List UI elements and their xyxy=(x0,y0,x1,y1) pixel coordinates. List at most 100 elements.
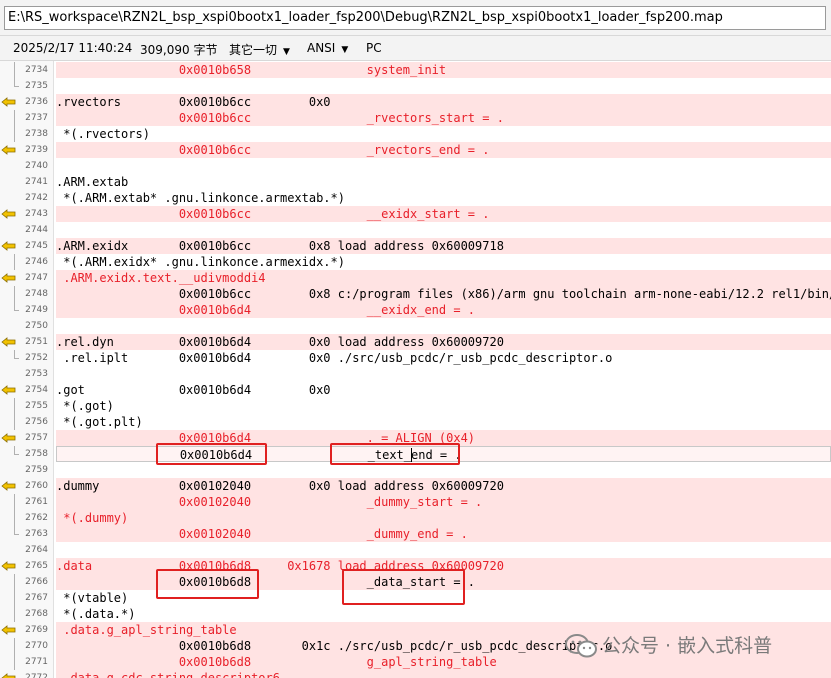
file-path-field[interactable]: E:\RS_workspace\RZN2L_bsp_xspi0bootx1_lo… xyxy=(4,6,826,30)
charset-dropdown[interactable]: ANSI ▼ xyxy=(307,41,348,55)
bookmark-arrow-icon[interactable] xyxy=(1,209,17,219)
editor-line[interactable]: 2760 .dummy 0x00102040 0x0 load address 0… xyxy=(0,478,831,494)
editor-line[interactable]: 2737 0x0010b6cc _rvectors_start = . xyxy=(0,110,831,126)
line-number: 2770 xyxy=(25,641,48,651)
fold-guide xyxy=(14,110,15,126)
editor-line[interactable]: 2768 *(.data.*) xyxy=(0,606,831,622)
annotation-box-data-start-address xyxy=(156,569,259,599)
fold-guide xyxy=(14,398,15,414)
fold-guide xyxy=(14,606,15,622)
line-number: 2754 xyxy=(25,385,48,395)
editor-line[interactable]: 2746 *(.ARM.exidx* .gnu.linkonce.armexid… xyxy=(0,254,831,270)
line-number: 2750 xyxy=(25,321,48,331)
editor-line[interactable]: 2763 0x00102040 _dummy_end = . xyxy=(0,526,831,542)
fold-guide xyxy=(14,638,15,654)
bookmark-arrow-icon[interactable] xyxy=(1,625,17,635)
line-number: 2741 xyxy=(25,177,48,187)
editor-line[interactable]: 2741 .ARM.extab xyxy=(0,174,831,190)
line-text: .ARM.exidx 0x0010b6cc 0x8 load address 0… xyxy=(56,238,831,254)
line-text: 0x00102040 _dummy_start = . xyxy=(56,494,831,510)
editor-line[interactable]: 2740 xyxy=(0,158,831,174)
line-number: 2755 xyxy=(25,401,48,411)
editor-line[interactable]: 2753 xyxy=(0,366,831,382)
line-number: 2748 xyxy=(25,289,48,299)
line-text: *(.rvectors) xyxy=(56,127,150,141)
bookmark-arrow-icon[interactable] xyxy=(1,97,17,107)
line-text: .ARM.extab xyxy=(56,175,129,189)
line-number: 2765 xyxy=(25,561,48,571)
encoding-group-label: 其它一切 xyxy=(229,43,278,57)
line-number: 2762 xyxy=(25,513,48,523)
editor-line[interactable]: 2744 xyxy=(0,222,831,238)
bookmark-arrow-icon[interactable] xyxy=(1,673,17,678)
editor-line[interactable]: 2762 *(.dummy) xyxy=(0,510,831,526)
line-text: *(.dummy) xyxy=(56,510,831,526)
line-text: .rel.iplt 0x0010b6d4 0x0 ./src/usb_pcdc/… xyxy=(56,351,613,365)
editor-line[interactable]: 2736 .rvectors 0x0010b6cc 0x0 xyxy=(0,94,831,110)
status-bar: 2025/2/17 11:40:24 309,090 字节 其它一切 ▼ ANSI… xyxy=(0,36,831,61)
editor-line[interactable]: 2772 .data.g_cdc_string_descriptor6 xyxy=(0,670,831,678)
fold-guide xyxy=(14,510,15,526)
editor-line[interactable]: 2745 .ARM.exidx 0x0010b6cc 0x8 load addre… xyxy=(0,238,831,254)
line-number: 2763 xyxy=(25,529,48,539)
bookmark-arrow-icon[interactable] xyxy=(1,337,17,347)
editor-line[interactable]: 2743 0x0010b6cc __exidx_start = . xyxy=(0,206,831,222)
encoding-group-dropdown[interactable]: 其它一切 ▼ xyxy=(229,41,290,58)
fold-guide-end xyxy=(14,350,19,359)
bookmark-arrow-icon[interactable] xyxy=(1,273,17,283)
fold-guide xyxy=(14,126,15,142)
line-number: 2736 xyxy=(25,97,48,107)
line-text: *(.got) xyxy=(56,399,114,413)
fold-guide xyxy=(14,286,15,302)
text-caret xyxy=(411,448,412,462)
path-bar: E:\RS_workspace\RZN2L_bsp_xspi0bootx1_lo… xyxy=(0,0,831,36)
editor-line[interactable]: 2735 xyxy=(0,78,831,94)
line-number: 2739 xyxy=(25,145,48,155)
line-number: 2761 xyxy=(25,497,48,507)
line-text: 0x0010b658 system_init xyxy=(56,62,831,78)
bookmark-arrow-icon[interactable] xyxy=(1,241,17,251)
line-text: .dummy 0x00102040 0x0 load address 0x600… xyxy=(56,478,831,494)
chevron-down-icon: ▼ xyxy=(341,45,349,55)
editor-line[interactable]: 2756 *(.got.plt) xyxy=(0,414,831,430)
editor-line[interactable]: 2750 xyxy=(0,318,831,334)
line-number: 2742 xyxy=(25,193,48,203)
editor-line[interactable]: 2764 xyxy=(0,542,831,558)
editor-line[interactable]: 2742 *(.ARM.extab* .gnu.linkonce.armexta… xyxy=(0,190,831,206)
editor-line[interactable]: 2747 .ARM.exidx.text.__udivmoddi4 xyxy=(0,270,831,286)
line-text xyxy=(56,222,831,238)
line-number: 2740 xyxy=(25,161,48,171)
editor-line[interactable]: 2734 0x0010b658 system_init xyxy=(0,62,831,78)
bookmark-arrow-icon[interactable] xyxy=(1,561,17,571)
line-ending-indicator[interactable]: PC xyxy=(366,41,382,55)
bookmark-arrow-icon[interactable] xyxy=(1,481,17,491)
editor-line[interactable]: 2751 .rel.dyn 0x0010b6d4 0x0 load address… xyxy=(0,334,831,350)
fold-guide xyxy=(14,494,15,510)
editor-line[interactable]: 2761 0x00102040 _dummy_start = . xyxy=(0,494,831,510)
line-text xyxy=(56,78,831,94)
line-number: 2746 xyxy=(25,257,48,267)
line-number: 2753 xyxy=(25,369,48,379)
editor-line[interactable]: 2748 0x0010b6cc 0x8 c:/program files (x8… xyxy=(0,286,831,302)
editor-line[interactable]: 2752 .rel.iplt 0x0010b6d4 0x0 ./src/usb_… xyxy=(0,350,831,366)
line-text: 0x0010b6d4 __exidx_end = . xyxy=(56,302,831,318)
bookmark-arrow-icon[interactable] xyxy=(1,433,17,443)
line-number: 2747 xyxy=(25,273,48,283)
editor-line[interactable]: 2755 *(.got) xyxy=(0,398,831,414)
line-text: 0x0010b6cc _rvectors_end = . xyxy=(56,142,831,158)
charset-label: ANSI xyxy=(307,41,336,55)
line-number: 2737 xyxy=(25,113,48,123)
text-editor[interactable]: 2734 0x0010b658 system_init 2735 2736 .rvec… xyxy=(0,61,831,678)
bookmark-arrow-icon[interactable] xyxy=(1,385,17,395)
chevron-down-icon: ▼ xyxy=(283,47,290,57)
editor-line[interactable]: 2739 0x0010b6cc _rvectors_end = . xyxy=(0,142,831,158)
editor-line[interactable]: 2754 .got 0x0010b6d4 0x0 xyxy=(0,382,831,398)
line-text: *(.data.*) xyxy=(56,607,136,621)
line-number: 2768 xyxy=(25,609,48,619)
bookmark-arrow-icon[interactable] xyxy=(1,145,17,155)
line-number: 2735 xyxy=(25,81,48,91)
editor-line[interactable]: 2738 *(.rvectors) xyxy=(0,126,831,142)
line-text: 0x0010b6cc __exidx_start = . xyxy=(56,206,831,222)
editor-line[interactable]: 2749 0x0010b6d4 __exidx_end = . xyxy=(0,302,831,318)
line-number: 2772 xyxy=(25,673,48,678)
